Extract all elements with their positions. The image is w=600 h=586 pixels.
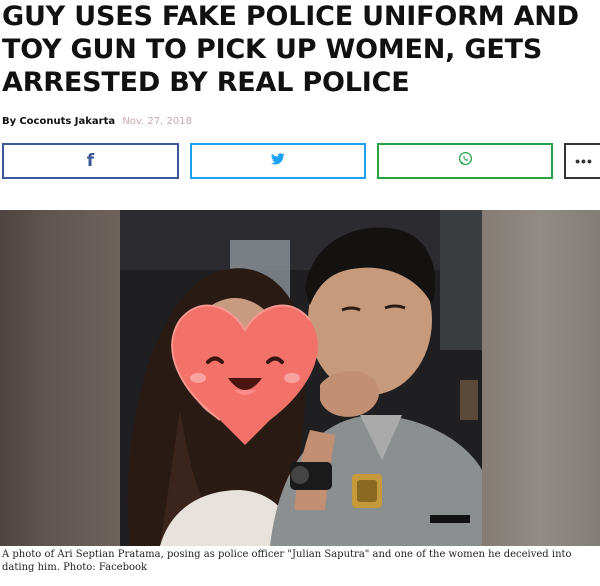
share-twitter-button[interactable] (190, 143, 366, 179)
twitter-bird-icon (270, 152, 285, 170)
share-whatsapp-button[interactable] (377, 143, 553, 179)
share-facebook-button[interactable]: f (2, 143, 179, 179)
share-more-button[interactable]: ••• (564, 143, 600, 179)
facebook-icon: f (86, 151, 95, 171)
whatsapp-icon (458, 151, 473, 171)
article-headline: GUY USES FAKE POLICE UNIFORM AND TOY GUN… (2, 1, 579, 98)
selfie-photo (120, 210, 482, 546)
author-link[interactable]: Coconuts Jakarta (19, 116, 115, 127)
blurred-background-right (482, 210, 600, 546)
byline: By Coconuts Jakarta Nov. 27, 2018 (2, 116, 192, 127)
image-caption: A photo of Ari Septian Pratama, posing a… (2, 549, 572, 573)
publish-date: Nov. 27, 2018 (122, 116, 192, 127)
byline-prefix: By (2, 116, 17, 127)
more-dots-icon: ••• (575, 153, 593, 169)
blurred-background-left (0, 210, 120, 546)
article-hero-image (0, 210, 600, 546)
